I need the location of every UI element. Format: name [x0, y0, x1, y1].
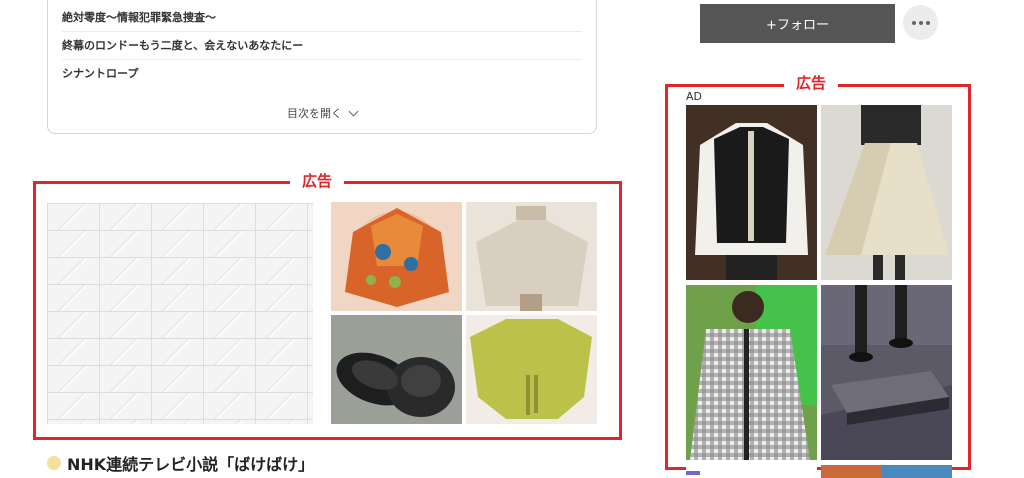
more-dot-icon — [925, 20, 930, 25]
ad-image-partial-art — [821, 465, 952, 478]
ad-image-orange-poncho[interactable] — [331, 202, 462, 311]
ad-placeholder-panel[interactable] — [47, 203, 313, 424]
ad-image-black-shoes[interactable] — [331, 315, 462, 424]
ad-label: 広告 — [784, 74, 839, 92]
chevron-down-icon — [348, 106, 359, 117]
ad-image-yellow-cardigan[interactable] — [466, 315, 597, 424]
toc-item[interactable]: シナントロープ — [62, 65, 582, 87]
ad-image-gingham-shirt-art — [686, 285, 817, 460]
toc-item[interactable]: 絶対零度〜情報犯罪緊急捜査〜 — [62, 9, 582, 32]
section-heading: NHK連続テレビ小説「ばけばけ」 — [47, 451, 314, 475]
ad-label: 広告 — [290, 172, 345, 190]
toc-open-button[interactable]: 目次を開く — [48, 105, 596, 121]
section-heading-text: NHK連続テレビ小説「ばけばけ」 — [67, 455, 315, 474]
toc-item[interactable]: 終幕のロンドーもう二度と、会えないあなたにー — [62, 37, 582, 60]
ad-image-cream-skirt[interactable] — [821, 105, 952, 280]
more-options-button[interactable] — [903, 5, 938, 40]
ad-image-partial[interactable] — [686, 464, 817, 478]
ad-image-cream-skirt-art — [821, 105, 952, 280]
ad-image-gingham-shirt[interactable] — [686, 285, 817, 460]
ad-image-black-shoes-art — [331, 315, 462, 424]
ad-image-partial-art — [686, 465, 817, 478]
ad-image-cream-knit[interactable] — [466, 202, 597, 311]
ad-image-orange-poncho-art — [331, 202, 462, 311]
bullet-dot-icon — [47, 456, 61, 470]
follow-button[interactable]: +フォロー — [700, 4, 895, 43]
ad-image-partial[interactable] — [821, 464, 952, 478]
ad-image-yellow-cardigan-art — [466, 315, 597, 424]
ad-image-black-vest[interactable] — [686, 105, 817, 280]
ad-image-step-platform-art — [821, 285, 952, 460]
table-of-contents: 絶対零度〜情報犯罪緊急捜査〜 終幕のロンドーもう二度と、会えないあなたにー シナ… — [47, 0, 597, 134]
ad-image-step-platform[interactable] — [821, 285, 952, 460]
more-dot-icon — [911, 20, 916, 25]
ad-image-cream-knit-art — [466, 202, 597, 311]
ad-tag: AD — [686, 90, 702, 103]
more-dot-icon — [918, 20, 923, 25]
toc-open-label: 目次を開く — [287, 107, 342, 120]
ad-image-black-vest-art — [686, 105, 817, 280]
